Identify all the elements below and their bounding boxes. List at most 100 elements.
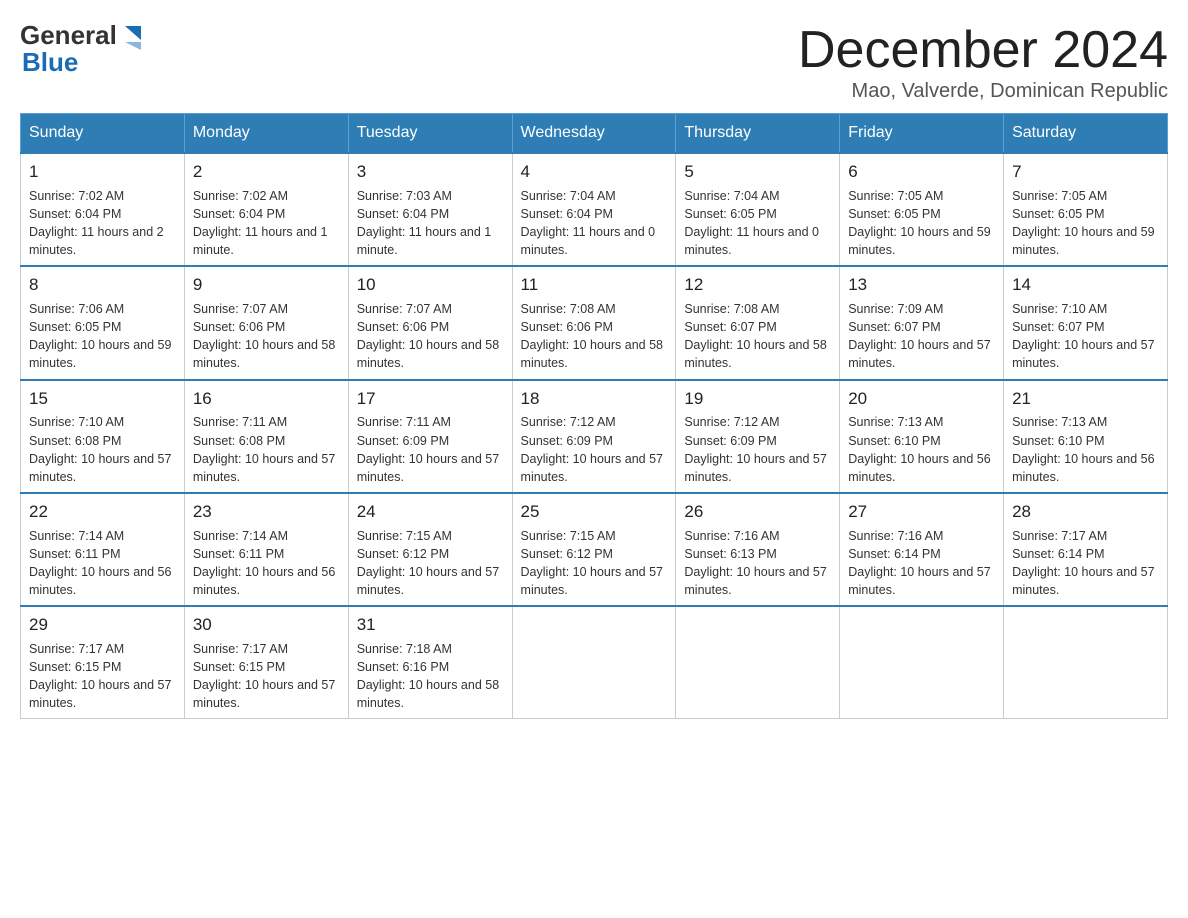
day-info: Sunrise: 7:11 AMSunset: 6:09 PMDaylight:…: [357, 413, 504, 486]
page-header: General Blue December 2024 Mao, Valverde…: [20, 20, 1168, 103]
day-number: 28: [1012, 500, 1159, 524]
day-info: Sunrise: 7:10 AMSunset: 6:08 PMDaylight:…: [29, 413, 176, 486]
calendar-day-cell: 27Sunrise: 7:16 AMSunset: 6:14 PMDayligh…: [840, 493, 1004, 606]
calendar-day-cell: 7 Sunrise: 7:05 AMSunset: 6:05 PMDaylight…: [1004, 153, 1168, 266]
calendar-day-cell: 24Sunrise: 7:15 AMSunset: 6:12 PMDayligh…: [348, 493, 512, 606]
calendar-day-cell: 18Sunrise: 7:12 AMSunset: 6:09 PMDayligh…: [512, 380, 676, 493]
day-info: Sunrise: 7:12 AMSunset: 6:09 PMDaylight:…: [684, 413, 831, 486]
calendar-day-cell: 23Sunrise: 7:14 AMSunset: 6:11 PMDayligh…: [184, 493, 348, 606]
day-number: 22: [29, 500, 176, 524]
day-number: 15: [29, 387, 176, 411]
calendar-day-cell: 15Sunrise: 7:10 AMSunset: 6:08 PMDayligh…: [21, 380, 185, 493]
day-number: 19: [684, 387, 831, 411]
day-number: 3: [357, 160, 504, 184]
day-info: Sunrise: 7:07 AMSunset: 6:06 PMDaylight:…: [193, 300, 340, 373]
day-number: 13: [848, 273, 995, 297]
day-number: 21: [1012, 387, 1159, 411]
day-info: Sunrise: 7:02 AMSunset: 6:04 PMDaylight:…: [193, 187, 340, 260]
calendar-day-cell: 1 Sunrise: 7:02 AMSunset: 6:04 PMDaylight…: [21, 153, 185, 266]
day-number: 8: [29, 273, 176, 297]
day-info: Sunrise: 7:04 AMSunset: 6:04 PMDaylight:…: [521, 187, 668, 260]
day-number: 20: [848, 387, 995, 411]
day-number: 12: [684, 273, 831, 297]
calendar-day-cell: 25 Sunrise: 7:15 AMSunset: 6:12 PMDayligh…: [512, 493, 676, 606]
day-number: 29: [29, 613, 176, 637]
calendar-table: Sunday Monday Tuesday Wednesday Thursday…: [20, 113, 1168, 719]
day-info: Sunrise: 7:14 AMSunset: 6:11 PMDaylight:…: [29, 527, 176, 600]
calendar-day-cell: [1004, 606, 1168, 719]
day-number: 1: [29, 160, 176, 184]
day-info: Sunrise: 7:10 AMSunset: 6:07 PMDaylight:…: [1012, 300, 1159, 373]
calendar-header-row: Sunday Monday Tuesday Wednesday Thursday…: [21, 114, 1168, 154]
calendar-week-row: 8 Sunrise: 7:06 AMSunset: 6:05 PMDaylight…: [21, 266, 1168, 379]
calendar-day-cell: 30Sunrise: 7:17 AMSunset: 6:15 PMDayligh…: [184, 606, 348, 719]
day-number: 26: [684, 500, 831, 524]
day-number: 11: [521, 273, 668, 297]
day-number: 6: [848, 160, 995, 184]
calendar-day-cell: 17Sunrise: 7:11 AMSunset: 6:09 PMDayligh…: [348, 380, 512, 493]
day-number: 2: [193, 160, 340, 184]
day-number: 4: [521, 160, 668, 184]
logo-blue-text: Blue: [22, 47, 78, 78]
col-saturday: Saturday: [1004, 114, 1168, 154]
logo-flag-icon: [119, 22, 147, 50]
day-info: Sunrise: 7:05 AMSunset: 6:05 PMDaylight:…: [848, 187, 995, 260]
calendar-day-cell: 26Sunrise: 7:16 AMSunset: 6:13 PMDayligh…: [676, 493, 840, 606]
calendar-day-cell: 13Sunrise: 7:09 AMSunset: 6:07 PMDayligh…: [840, 266, 1004, 379]
day-info: Sunrise: 7:13 AMSunset: 6:10 PMDaylight:…: [848, 413, 995, 486]
calendar-day-cell: 16Sunrise: 7:11 AMSunset: 6:08 PMDayligh…: [184, 380, 348, 493]
day-number: 25: [521, 500, 668, 524]
day-info: Sunrise: 7:15 AMSunset: 6:12 PMDaylight:…: [521, 527, 668, 600]
day-number: 17: [357, 387, 504, 411]
calendar-day-cell: 21Sunrise: 7:13 AMSunset: 6:10 PMDayligh…: [1004, 380, 1168, 493]
day-info: Sunrise: 7:15 AMSunset: 6:12 PMDaylight:…: [357, 527, 504, 600]
day-info: Sunrise: 7:14 AMSunset: 6:11 PMDaylight:…: [193, 527, 340, 600]
day-number: 31: [357, 613, 504, 637]
calendar-day-cell: [512, 606, 676, 719]
calendar-day-cell: 29 Sunrise: 7:17 AMSunset: 6:15 PMDayligh…: [21, 606, 185, 719]
col-friday: Friday: [840, 114, 1004, 154]
day-info: Sunrise: 7:05 AMSunset: 6:05 PMDaylight:…: [1012, 187, 1159, 260]
calendar-day-cell: [840, 606, 1004, 719]
subtitle: Mao, Valverde, Dominican Republic: [798, 80, 1168, 103]
day-info: Sunrise: 7:11 AMSunset: 6:08 PMDaylight:…: [193, 413, 340, 486]
calendar-day-cell: 19Sunrise: 7:12 AMSunset: 6:09 PMDayligh…: [676, 380, 840, 493]
day-number: 9: [193, 273, 340, 297]
day-info: Sunrise: 7:06 AMSunset: 6:05 PMDaylight:…: [29, 300, 176, 373]
calendar-day-cell: 22 Sunrise: 7:14 AMSunset: 6:11 PMDayligh…: [21, 493, 185, 606]
calendar-day-cell: 31Sunrise: 7:18 AMSunset: 6:16 PMDayligh…: [348, 606, 512, 719]
day-info: Sunrise: 7:02 AMSunset: 6:04 PMDaylight:…: [29, 187, 176, 260]
main-title: December 2024: [798, 20, 1168, 80]
day-info: Sunrise: 7:13 AMSunset: 6:10 PMDaylight:…: [1012, 413, 1159, 486]
calendar-day-cell: 14Sunrise: 7:10 AMSunset: 6:07 PMDayligh…: [1004, 266, 1168, 379]
day-info: Sunrise: 7:12 AMSunset: 6:09 PMDaylight:…: [521, 413, 668, 486]
day-info: Sunrise: 7:17 AMSunset: 6:15 PMDaylight:…: [193, 640, 340, 713]
col-sunday: Sunday: [21, 114, 185, 154]
calendar-day-cell: 10Sunrise: 7:07 AMSunset: 6:06 PMDayligh…: [348, 266, 512, 379]
day-info: Sunrise: 7:17 AMSunset: 6:15 PMDaylight:…: [29, 640, 176, 713]
day-info: Sunrise: 7:17 AMSunset: 6:14 PMDaylight:…: [1012, 527, 1159, 600]
calendar-day-cell: 4 Sunrise: 7:04 AMSunset: 6:04 PMDaylight…: [512, 153, 676, 266]
calendar-day-cell: 5 Sunrise: 7:04 AMSunset: 6:05 PMDaylight…: [676, 153, 840, 266]
day-info: Sunrise: 7:16 AMSunset: 6:14 PMDaylight:…: [848, 527, 995, 600]
calendar-day-cell: [676, 606, 840, 719]
col-monday: Monday: [184, 114, 348, 154]
calendar-day-cell: 11 Sunrise: 7:08 AMSunset: 6:06 PMDayligh…: [512, 266, 676, 379]
calendar-day-cell: 12Sunrise: 7:08 AMSunset: 6:07 PMDayligh…: [676, 266, 840, 379]
day-info: Sunrise: 7:08 AMSunset: 6:06 PMDaylight:…: [521, 300, 668, 373]
calendar-day-cell: 9 Sunrise: 7:07 AMSunset: 6:06 PMDaylight…: [184, 266, 348, 379]
day-info: Sunrise: 7:04 AMSunset: 6:05 PMDaylight:…: [684, 187, 831, 260]
calendar-week-row: 22 Sunrise: 7:14 AMSunset: 6:11 PMDayligh…: [21, 493, 1168, 606]
calendar-day-cell: 20Sunrise: 7:13 AMSunset: 6:10 PMDayligh…: [840, 380, 1004, 493]
calendar-week-row: 29 Sunrise: 7:17 AMSunset: 6:15 PMDayligh…: [21, 606, 1168, 719]
calendar-week-row: 1 Sunrise: 7:02 AMSunset: 6:04 PMDaylight…: [21, 153, 1168, 266]
title-block: December 2024 Mao, Valverde, Dominican R…: [798, 20, 1168, 103]
col-tuesday: Tuesday: [348, 114, 512, 154]
calendar-day-cell: 28 Sunrise: 7:17 AMSunset: 6:14 PMDayligh…: [1004, 493, 1168, 606]
col-wednesday: Wednesday: [512, 114, 676, 154]
calendar-day-cell: 3 Sunrise: 7:03 AMSunset: 6:04 PMDaylight…: [348, 153, 512, 266]
day-number: 5: [684, 160, 831, 184]
day-info: Sunrise: 7:07 AMSunset: 6:06 PMDaylight:…: [357, 300, 504, 373]
day-info: Sunrise: 7:03 AMSunset: 6:04 PMDaylight:…: [357, 187, 504, 260]
day-number: 7: [1012, 160, 1159, 184]
